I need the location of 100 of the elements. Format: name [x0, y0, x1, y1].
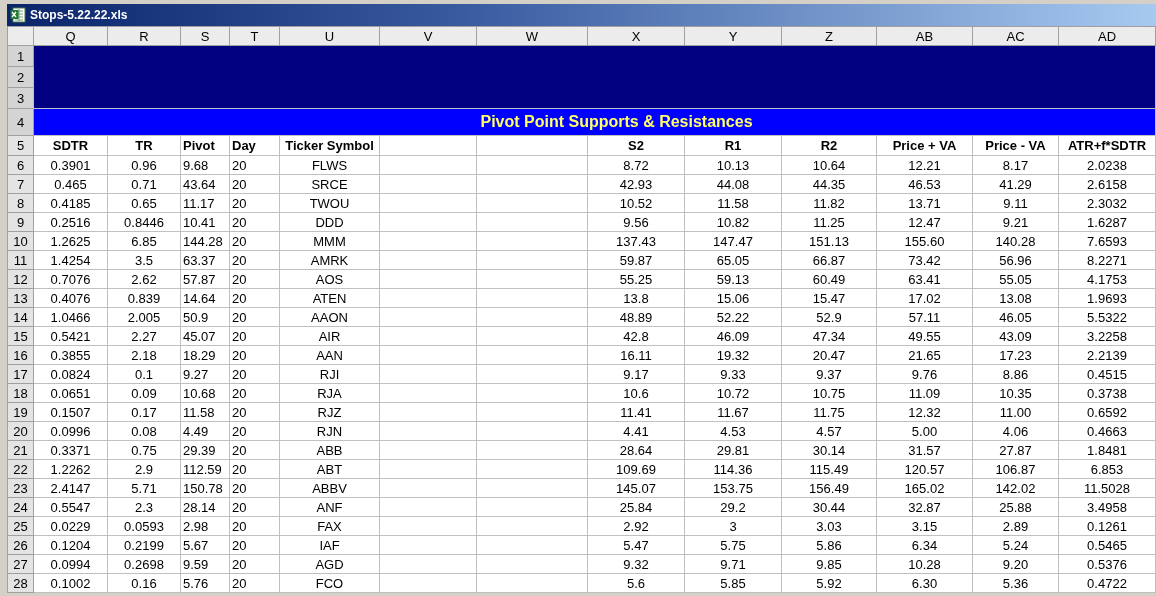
table-cell: 20	[229, 459, 280, 479]
table-cell: 11.41	[587, 402, 685, 422]
column-header[interactable]: W	[476, 26, 588, 46]
table-cell: 9.76	[876, 364, 973, 384]
table-cell: 0.1204	[33, 535, 108, 555]
table-cell: 9.17	[587, 364, 685, 384]
table-cell: 66.87	[781, 250, 877, 270]
table-cell: 1.2625	[33, 231, 108, 251]
header-cell: SDTR	[33, 135, 108, 156]
table-cell: 9.11	[972, 193, 1059, 213]
column-header[interactable]: AC	[972, 26, 1059, 46]
table-cell: 63.41	[876, 269, 973, 289]
table-cell: 29.81	[684, 440, 782, 460]
table-cell: 52.9	[781, 307, 877, 327]
table-cell: 3.03	[781, 516, 877, 536]
column-header[interactable]: Z	[781, 26, 877, 46]
table-cell: 57.11	[876, 307, 973, 327]
table-cell: 10.68	[180, 383, 230, 403]
table-cell: 0.1507	[33, 402, 108, 422]
table-cell: 2.0238	[1058, 155, 1156, 175]
table-cell: 0.839	[107, 288, 181, 308]
table-cell: 0.5547	[33, 497, 108, 517]
table-cell: 20	[229, 345, 280, 365]
column-header[interactable]: U	[279, 26, 380, 46]
row-header[interactable]: 1	[7, 45, 34, 67]
table-cell: 28.14	[180, 497, 230, 517]
table-cell: 5.76	[180, 573, 230, 593]
table-cell: 31.57	[876, 440, 973, 460]
table-cell: 29.39	[180, 440, 230, 460]
table-cell: 59.87	[587, 250, 685, 270]
table-cell: 1.8481	[1058, 440, 1156, 460]
table-cell: 1.0466	[33, 307, 108, 327]
table-cell: 10.13	[684, 155, 782, 175]
table-cell: 156.49	[781, 478, 877, 498]
table-cell: AMRK	[279, 250, 380, 270]
table-cell: 109.69	[587, 459, 685, 479]
table-cell: 18.29	[180, 345, 230, 365]
column-header[interactable]: Y	[684, 26, 782, 46]
column-header[interactable]: Q	[33, 26, 108, 46]
table-cell: 2.9	[107, 459, 181, 479]
row-header[interactable]: 3	[7, 87, 34, 109]
table-cell: 0.5465	[1058, 535, 1156, 555]
table-cell: 20	[229, 288, 280, 308]
table-cell: 5.92	[781, 573, 877, 593]
row-header[interactable]: 2	[7, 66, 34, 88]
table-cell: 17.02	[876, 288, 973, 308]
row-header[interactable]: 5	[7, 135, 34, 156]
table-cell: 9.68	[180, 155, 230, 175]
table-cell: FCO	[279, 573, 380, 593]
column-header[interactable]: T	[229, 26, 280, 46]
table-cell: 2.62	[107, 269, 181, 289]
table-cell: 10.72	[684, 383, 782, 403]
table-cell: 3.2258	[1058, 326, 1156, 346]
table-cell: 59.13	[684, 269, 782, 289]
table-cell: 19.32	[684, 345, 782, 365]
table-cell: AAON	[279, 307, 380, 327]
column-header[interactable]: AB	[876, 26, 973, 46]
table-cell: 153.75	[684, 478, 782, 498]
table-cell: 10.64	[781, 155, 877, 175]
table-cell: 0.1	[107, 364, 181, 384]
table-cell: 10.52	[587, 193, 685, 213]
column-header[interactable]: V	[379, 26, 477, 46]
table-cell: DDD	[279, 212, 380, 232]
header-cell: Ticker Symbol	[279, 135, 380, 156]
column-header[interactable]: S	[180, 26, 230, 46]
table-cell: 0.09	[107, 383, 181, 403]
table-cell: 25.84	[587, 497, 685, 517]
table-cell: ABBV	[279, 478, 380, 498]
table-cell: 8.17	[972, 155, 1059, 175]
table-cell: 11.58	[180, 402, 230, 422]
table-cell: 11.17	[180, 193, 230, 213]
column-header[interactable]: X	[587, 26, 685, 46]
table-cell: 60.49	[781, 269, 877, 289]
table-cell: 3.5	[107, 250, 181, 270]
table-cell: 10.6	[587, 383, 685, 403]
table-cell: 4.1753	[1058, 269, 1156, 289]
table-cell: 11.67	[684, 402, 782, 422]
table-cell: 0.4515	[1058, 364, 1156, 384]
table-cell: 8.86	[972, 364, 1059, 384]
table-cell: 2.27	[107, 326, 181, 346]
spreadsheet-icon	[10, 7, 26, 23]
table-cell: 9.27	[180, 364, 230, 384]
column-header[interactable]: AD	[1058, 26, 1156, 46]
table-cell: 0.6592	[1058, 402, 1156, 422]
sheet-title: Pivot Point Supports & Resistances	[480, 113, 753, 130]
table-cell: 47.34	[781, 326, 877, 346]
table-cell: 0.16	[107, 573, 181, 593]
header-cell: R2	[781, 135, 877, 156]
table-cell: 20	[229, 497, 280, 517]
table-cell: 0.65	[107, 193, 181, 213]
table-cell: 5.75	[684, 535, 782, 555]
table-cell: FLWS	[279, 155, 380, 175]
column-header[interactable]: R	[107, 26, 181, 46]
table-cell: 0.4185	[33, 193, 108, 213]
table-cell: 2.3032	[1058, 193, 1156, 213]
row-header[interactable]: 4	[7, 108, 34, 136]
table-cell: 45.07	[180, 326, 230, 346]
table-cell: 10.35	[972, 383, 1059, 403]
table-cell: 0.3738	[1058, 383, 1156, 403]
table-cell: 73.42	[876, 250, 973, 270]
